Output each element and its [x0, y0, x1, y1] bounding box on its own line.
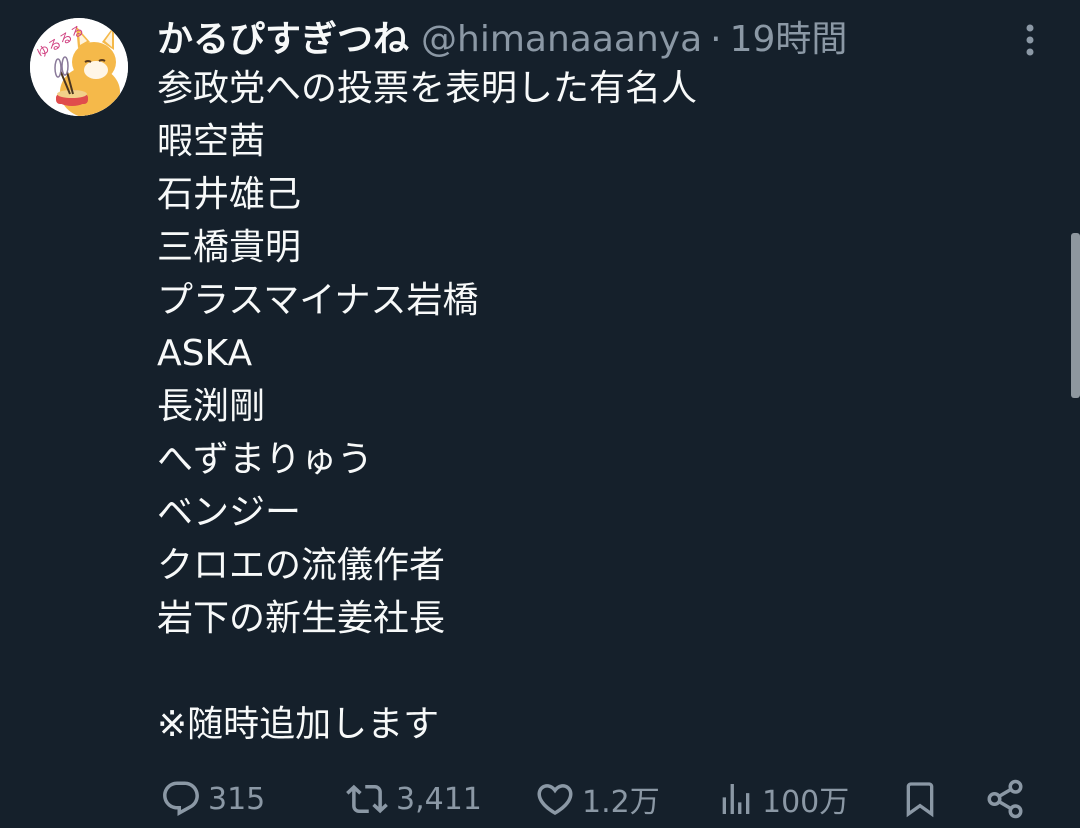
- reply-count: 315: [208, 781, 266, 817]
- like-count: 1.2万: [582, 785, 660, 820]
- like-button[interactable]: 1.2万: [534, 776, 660, 822]
- retweet-icon: [346, 784, 388, 814]
- views-button[interactable]: 100万: [716, 776, 849, 822]
- tweet-line: ※随時追加します: [157, 704, 440, 745]
- tweet-line: 三橋貴明: [157, 227, 302, 268]
- heart-icon: [537, 784, 573, 816]
- views-count: 100万: [762, 785, 850, 820]
- tweet-line: 岩下の新生姜社長: [157, 598, 446, 639]
- avatar[interactable]: ゆるるる: [30, 18, 128, 116]
- tweet-line: 石井雄己: [157, 174, 302, 215]
- tweet-line: 参政党への投票を表明した有名人: [157, 68, 698, 109]
- tweet-header: かるぴすぎつね @himanaaanya · 19時間: [157, 12, 847, 68]
- timestamp[interactable]: 19時間: [730, 12, 848, 68]
- tweet-line: ASKA: [157, 333, 253, 374]
- user-handle[interactable]: @himanaaanya: [421, 12, 702, 68]
- bookmark-button[interactable]: [900, 776, 940, 822]
- more-options-button[interactable]: [1010, 20, 1050, 60]
- tweet-line: へずまりゅう: [157, 439, 374, 480]
- tweet-line: クロエの流儀作者: [157, 545, 446, 586]
- reply-button[interactable]: 315: [160, 776, 265, 822]
- tweet-line: [157, 645, 1037, 698]
- share-button[interactable]: [984, 776, 1026, 822]
- tweet-line: ベンジー: [157, 492, 302, 533]
- display-name[interactable]: かるぴすぎつね: [157, 12, 409, 68]
- reply-icon: [163, 781, 199, 816]
- fox-avatar-icon: ゆるるる: [30, 18, 128, 116]
- views-chart-icon: [722, 784, 750, 814]
- tweet-text: 参政党への投票を表明した有名人 暇空茜 石井雄己 三橋貴明 プラスマイナス岩橋 …: [157, 62, 1037, 751]
- tweet-line: 長渕剛: [157, 386, 266, 427]
- more-vertical-icon: [1026, 24, 1034, 56]
- tweet-line: プラスマイナス岩橋: [157, 280, 479, 321]
- separator-dot: ·: [710, 19, 722, 60]
- scrollbar-thumb[interactable]: [1071, 233, 1080, 398]
- retweet-count: 3,411: [396, 781, 482, 817]
- retweet-button[interactable]: 3,411: [344, 776, 482, 822]
- tweet-action-bar: 315 3,411 1.2万 100万: [0, 770, 1080, 828]
- tweet-line: 暇空茜: [157, 121, 266, 162]
- bookmark-icon: [906, 782, 934, 818]
- share-icon: [987, 779, 1023, 819]
